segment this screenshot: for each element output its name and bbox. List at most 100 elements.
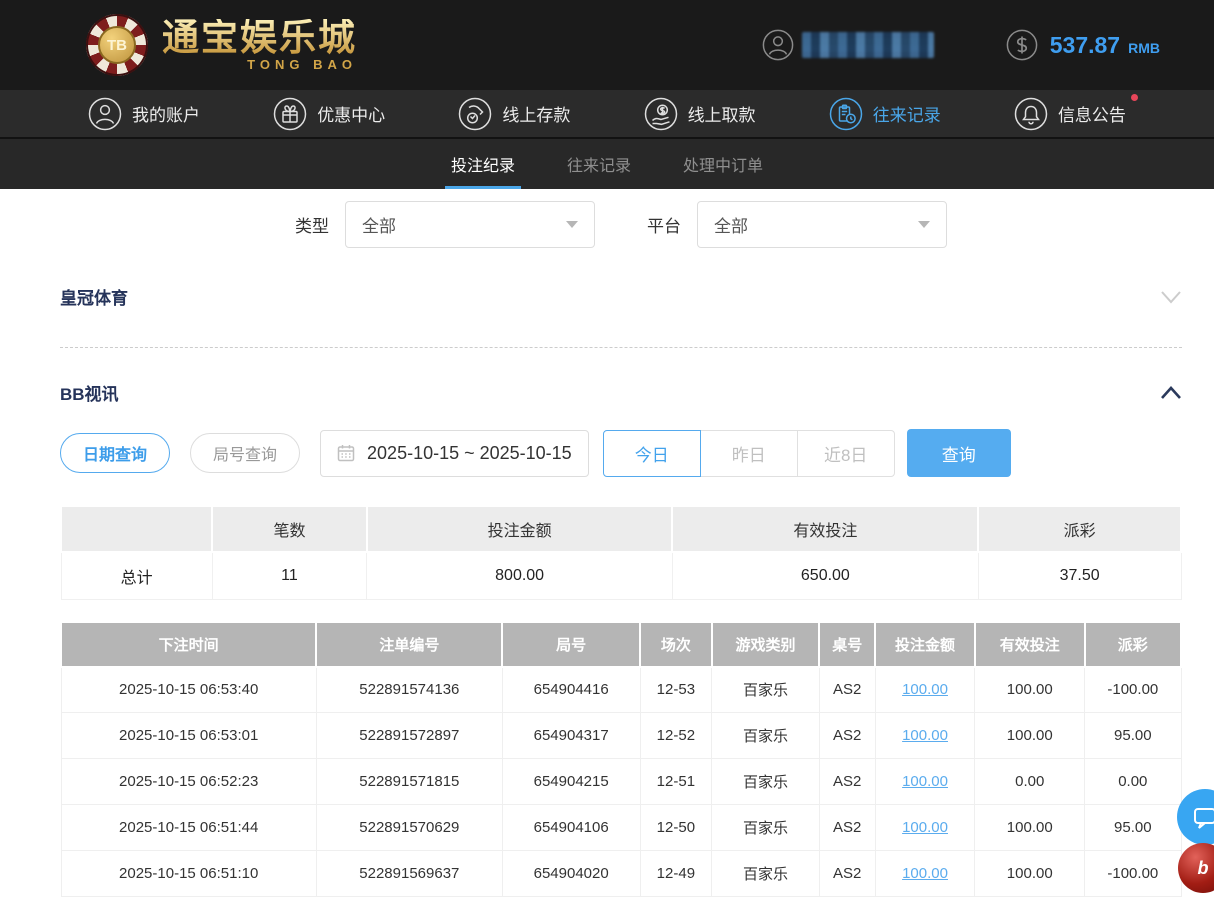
bet-amount-link[interactable]: 100.00: [902, 865, 948, 882]
date-range-picker[interactable]: 2025-10-15 ~ 2025-10-15: [320, 430, 589, 477]
cell: AS2: [819, 805, 875, 851]
cell: 654904215: [502, 759, 640, 805]
cell: 12-49: [640, 851, 712, 897]
quick-range-group: 今日 昨日 近8日: [603, 430, 895, 477]
site-title: 通宝娱乐城: [162, 19, 357, 56]
cell: 522891574136: [316, 667, 502, 713]
user-avatar-icon: [762, 29, 794, 61]
cell: 654904106: [502, 805, 640, 851]
notification-dot: [1131, 94, 1138, 101]
platform-filter-label: 平台: [647, 212, 681, 237]
chevron-down-icon: [566, 221, 578, 228]
cell: 12-53: [640, 667, 712, 713]
nav-label: 线上取款: [688, 101, 756, 126]
col-bet-amount: 投注金额: [875, 622, 975, 667]
cell: 654904317: [502, 713, 640, 759]
deposit-icon: [458, 97, 492, 131]
main-content: 类型 全部 平台 全部 皇冠体育 BB视讯 日期查询 局号查询: [0, 201, 1214, 897]
cell: 百家乐: [712, 667, 820, 713]
cell-bet-amount: 100.00: [875, 713, 975, 759]
tab-pending-orders[interactable]: 处理中订单: [683, 139, 763, 189]
withdraw-icon: [644, 97, 678, 131]
cell: 654904020: [502, 851, 640, 897]
query-row: 日期查询 局号查询 2025-10-15 ~ 2025-10-15 今日 昨日 …: [60, 429, 1182, 477]
table-row: 2025-10-15 06:53:01522891572897654904317…: [61, 713, 1181, 759]
summary-header-row: 笔数 投注金额 有效投注 派彩: [61, 506, 1181, 552]
nav-item-my-account[interactable]: 我的账户: [88, 97, 200, 131]
summary-bet-amount: 800.00: [367, 552, 673, 599]
section-bb-video[interactable]: BB视讯: [60, 348, 1182, 429]
bell-icon: [1014, 97, 1048, 131]
today-button[interactable]: 今日: [603, 430, 701, 477]
search-button[interactable]: 查询: [907, 429, 1011, 477]
cell: 522891570629: [316, 805, 502, 851]
nav-label: 我的账户: [132, 101, 200, 126]
cell: 百家乐: [712, 713, 820, 759]
bet-records-table: 下注时间 注单编号 局号 场次 游戏类别 桌号 投注金额 有效投注 派彩 202…: [60, 621, 1182, 897]
bet-amount-link[interactable]: 100.00: [902, 819, 948, 836]
cell: 100.00: [975, 713, 1085, 759]
col-table-no: 桌号: [819, 622, 875, 667]
cell: 2025-10-15 06:53:40: [61, 667, 316, 713]
platform-select-value: 全部: [714, 212, 748, 237]
nav-item-announcements[interactable]: 信息公告: [1014, 97, 1126, 131]
site-logo[interactable]: TB 通宝娱乐城 TONG BAO: [86, 14, 357, 76]
col-round-id: 局号: [502, 622, 640, 667]
cell: 95.00: [1085, 805, 1181, 851]
chevron-down-icon: [918, 221, 930, 228]
cell-bet-amount: 100.00: [875, 759, 975, 805]
summary-table: 笔数 投注金额 有效投注 派彩 总计 11 800.00 650.00 37.5…: [60, 505, 1182, 600]
nav-item-records[interactable]: 往来记录: [829, 97, 941, 131]
bet-amount-link[interactable]: 100.00: [902, 681, 948, 698]
cell-bet-amount: 100.00: [875, 667, 975, 713]
summary-payout: 37.50: [978, 552, 1181, 599]
cell: AS2: [819, 667, 875, 713]
cell: 0.00: [1085, 759, 1181, 805]
col-ticket-id: 注单编号: [316, 622, 502, 667]
cell: -100.00: [1085, 851, 1181, 897]
summary-header-bet-amount: 投注金额: [367, 506, 673, 552]
table-row: 2025-10-15 06:51:44522891570629654904106…: [61, 805, 1181, 851]
section-crown-sports[interactable]: 皇冠体育: [60, 248, 1182, 348]
balance-group[interactable]: 537.87 RMB: [1006, 29, 1160, 61]
cell: 95.00: [1085, 713, 1181, 759]
nav-item-deposit[interactable]: 线上存款: [458, 97, 570, 131]
bet-amount-link[interactable]: 100.00: [902, 773, 948, 790]
col-valid-bet: 有效投注: [975, 622, 1085, 667]
round-query-button[interactable]: 局号查询: [190, 433, 300, 473]
top-header: TB 通宝娱乐城 TONG BAO 537.87 RMB: [0, 0, 1214, 90]
main-nav: 我的账户 优惠中心 线上存款 线上取款: [0, 90, 1214, 139]
nav-item-promotions[interactable]: 优惠中心: [273, 97, 385, 131]
user-area: 537.87 RMB: [762, 29, 1160, 61]
type-select-value: 全部: [362, 212, 396, 237]
section-title: BB视讯: [60, 380, 119, 405]
date-query-button[interactable]: 日期查询: [60, 433, 170, 473]
cell: 百家乐: [712, 851, 820, 897]
cell: 522891569637: [316, 851, 502, 897]
cell: AS2: [819, 759, 875, 805]
section-title: 皇冠体育: [60, 284, 128, 309]
cell: 100.00: [975, 851, 1085, 897]
summary-valid-bet: 650.00: [672, 552, 978, 599]
nav-label: 往来记录: [873, 101, 941, 126]
cell: 654904416: [502, 667, 640, 713]
cell: 2025-10-15 06:52:23: [61, 759, 316, 805]
summary-header-count: 笔数: [212, 506, 367, 552]
nav-item-withdraw[interactable]: 线上取款: [644, 97, 756, 131]
col-bet-time: 下注时间: [61, 622, 316, 667]
type-select[interactable]: 全部: [345, 201, 595, 248]
platform-select[interactable]: 全部: [697, 201, 947, 248]
site-subtitle: TONG BAO: [162, 58, 357, 71]
cell: 2025-10-15 06:51:10: [61, 851, 316, 897]
yesterday-button[interactable]: 昨日: [700, 430, 798, 477]
record-tab-bar: 投注纪录 往来记录 处理中订单: [0, 139, 1214, 189]
bet-amount-link[interactable]: 100.00: [902, 727, 948, 744]
cell: 522891572897: [316, 713, 502, 759]
balance-amount: 537.87: [1050, 32, 1120, 59]
last-8-days-button[interactable]: 近8日: [797, 430, 895, 477]
cell: 0.00: [975, 759, 1085, 805]
tab-bet-records[interactable]: 投注纪录: [451, 139, 515, 189]
poker-chip-logo-icon: TB: [86, 14, 148, 76]
tab-transaction-records[interactable]: 往来记录: [567, 139, 631, 189]
username-redacted[interactable]: [802, 32, 934, 58]
